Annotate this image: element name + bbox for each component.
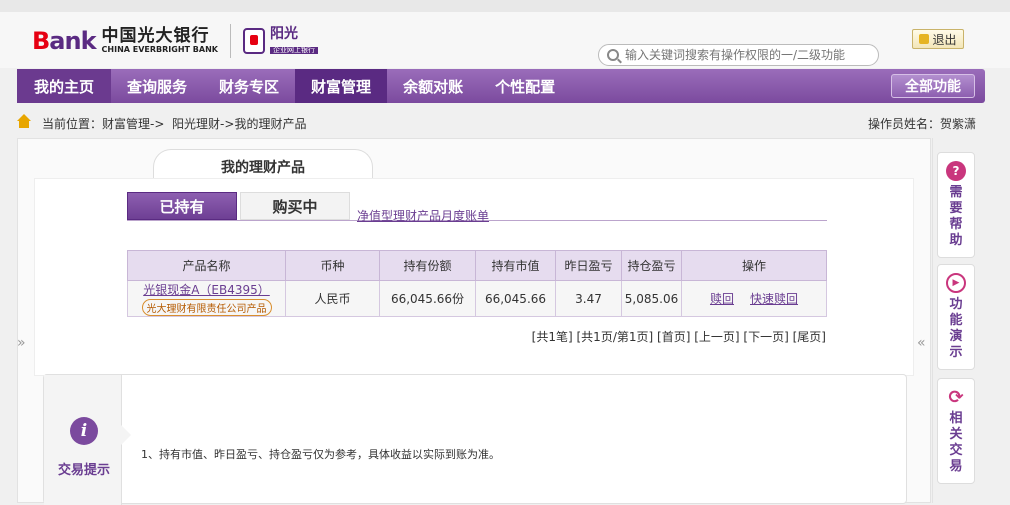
logout-icon: [919, 34, 930, 44]
col-product-name: 产品名称: [127, 250, 286, 281]
nav-item-balance[interactable]: 余额对账: [387, 69, 479, 103]
col-position-pl: 持仓盈亏: [621, 250, 682, 281]
search-input[interactable]: [625, 48, 865, 62]
cell-market-value: 66,045.66: [475, 280, 556, 317]
collapse-right-icon[interactable]: «: [917, 335, 926, 351]
col-market-value: 持有市值: [475, 250, 556, 281]
breadcrumb-prefix: 当前位置：: [42, 117, 103, 131]
bank-name-cn: 中国光大银行: [101, 26, 210, 47]
nav-item-query[interactable]: 查询服务: [111, 69, 203, 103]
table-header-row: 产品名称 币种 持有份额 持有市值 昨日盈亏 持仓盈亏 操作: [127, 250, 827, 281]
cell-actions: 赎回 快速赎回: [681, 280, 827, 317]
content-panel: 我的理财产品 已持有 购买中 净值型理财产品月度账单 产品名称 币种 持有份额 …: [17, 138, 931, 505]
pagination: [共1笔] [共1页/第1页] [首页] [上一页] [下一页] [尾页]: [532, 328, 826, 345]
cell-yesterday-pl: 3.47: [555, 280, 622, 317]
bank-logo: Bank 中国光大银行 CHINA EVERBRIGHT BANK 阳光 企业网…: [32, 24, 318, 58]
breadcrumb-current: 我的理财产品: [234, 117, 307, 131]
nav-item-home[interactable]: 我的主页: [17, 69, 112, 103]
logo-mark: Bank: [32, 27, 97, 55]
right-sidebar: ? 需要帮助 ▶ 功能演示 ⟳ 相关交易: [932, 138, 978, 503]
pager-first[interactable]: [首页]: [657, 330, 690, 344]
sub-brand-name: 阳光: [269, 26, 298, 43]
nav-item-settings[interactable]: 个性配置: [479, 69, 571, 103]
products-table: 产品名称 币种 持有份额 持有市值 昨日盈亏 持仓盈亏 操作 光银现金A（EB4…: [127, 250, 827, 317]
pager-last[interactable]: [尾页]: [793, 330, 826, 344]
info-icon: i: [70, 417, 98, 445]
cell-currency: 人民币: [285, 280, 380, 317]
cell-shares: 66,045.66份: [379, 280, 476, 317]
issuer-badge: 光大理财有限责任公司产品: [141, 299, 272, 316]
trade-tips: i 交易提示 1、持有市值、昨日盈亏、持仓盈亏仅为参考，具体收益以实际到账为准。: [43, 374, 907, 505]
related-trades-label: 相关交易: [949, 411, 963, 474]
pager-next[interactable]: [下一页]: [743, 330, 788, 344]
play-icon: ▶: [946, 273, 966, 293]
top-strip: [0, 0, 1010, 12]
page-title: 我的理财产品: [221, 160, 305, 176]
table-row: 光银现金A（EB4395） 光大理财有限责任公司产品 人民币 66,045.66…: [127, 280, 827, 317]
expand-left-icon[interactable]: »: [17, 335, 26, 351]
col-currency: 币种: [285, 250, 380, 281]
tips-label: 交易提示: [57, 463, 110, 478]
operator-name: 操作员姓名：贺紫潇: [867, 117, 976, 131]
tab-holding[interactable]: 已持有: [127, 192, 237, 220]
logo-divider: [229, 24, 231, 58]
main-nav: 我的主页 查询服务 财务专区 财富管理 余额对账 个性配置 全部功能: [17, 69, 985, 103]
pager-pages: [共1页/第1页]: [576, 330, 654, 344]
breadcrumb-sunshine[interactable]: 阳光理财->: [172, 117, 234, 131]
monthly-statement-link[interactable]: 净值型理财产品月度账单: [357, 207, 489, 224]
demo-label: 功能演示: [949, 297, 963, 360]
tab-purchasing[interactable]: 购买中: [240, 192, 350, 220]
cell-position-pl: 5,085.06: [621, 280, 682, 317]
all-functions-button[interactable]: 全部功能: [891, 74, 975, 98]
col-yesterday-pl: 昨日盈亏: [555, 250, 622, 281]
fast-redeem-link[interactable]: 快速赎回: [750, 292, 798, 306]
breadcrumb: 当前位置：财富管理-> 阳光理财->我的理财产品: [42, 115, 306, 132]
products-card: 已持有 购买中 净值型理财产品月度账单 产品名称 币种 持有份额 持有市值 昨日…: [34, 178, 914, 376]
sub-brand-tag: 企业网上银行: [269, 46, 318, 55]
logout-label: 退出: [932, 32, 957, 47]
refresh-icon: ⟳: [946, 387, 966, 408]
brand-seal-icon: [242, 28, 265, 54]
help-button[interactable]: ? 需要帮助: [937, 152, 975, 258]
nav-item-finance[interactable]: 财务专区: [203, 69, 295, 103]
product-name-link[interactable]: 光银现金A（EB4395）: [128, 281, 285, 298]
help-label: 需要帮助: [949, 185, 963, 248]
cell-product: 光银现金A（EB4395） 光大理财有限责任公司产品: [127, 280, 286, 317]
col-actions: 操作: [681, 250, 827, 281]
breadcrumb-wealth[interactable]: 财富管理->: [102, 117, 164, 131]
col-shares: 持有份额: [379, 250, 476, 281]
pager-prev[interactable]: [上一页]: [694, 330, 739, 344]
home-icon[interactable]: [16, 114, 32, 128]
related-trades-button[interactable]: ⟳ 相关交易: [937, 378, 975, 484]
tips-text: 1、持有市值、昨日盈亏、持仓盈亏仅为参考，具体收益以实际到账为准。: [141, 448, 500, 461]
bank-name-en: CHINA EVERBRIGHT BANK: [101, 44, 218, 54]
demo-button[interactable]: ▶ 功能演示: [937, 264, 975, 370]
search-box[interactable]: [598, 44, 879, 66]
nav-item-wealth[interactable]: 财富管理: [295, 69, 388, 103]
breadcrumb-bar: 当前位置：财富管理-> 阳光理财->我的理财产品 操作员姓名：贺紫潇: [0, 107, 1010, 137]
logout-button[interactable]: 退出: [912, 29, 964, 49]
search-icon[interactable]: [607, 49, 619, 61]
pager-count: [共1笔]: [531, 330, 573, 344]
redeem-link[interactable]: 赎回: [710, 292, 734, 306]
help-icon: ?: [946, 161, 966, 181]
page-tab: 我的理财产品: [153, 149, 373, 179]
